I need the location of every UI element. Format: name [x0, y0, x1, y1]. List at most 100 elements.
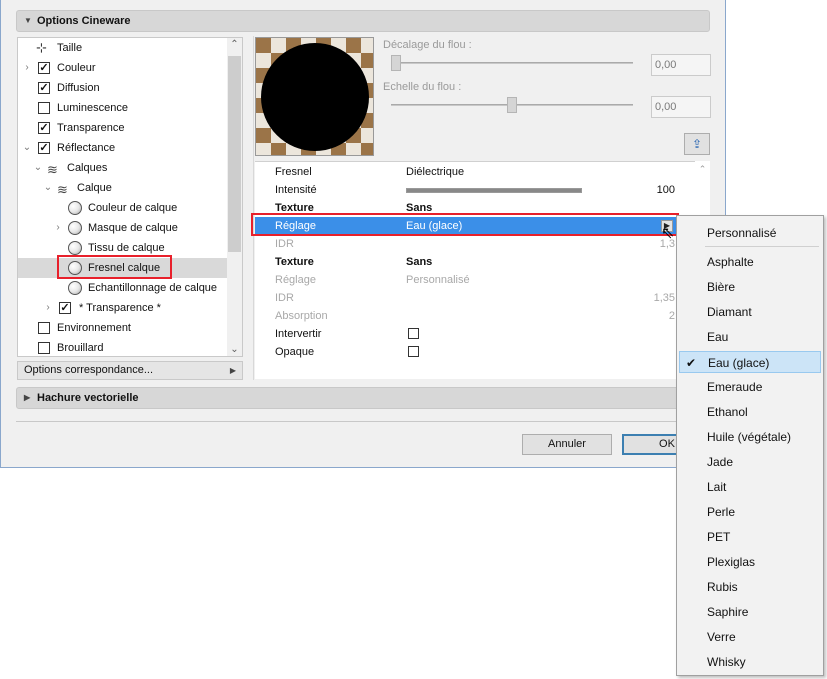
- menu-item[interactable]: Jade: [679, 451, 821, 473]
- cancel-button[interactable]: Annuler: [522, 434, 612, 455]
- menu-item[interactable]: Plexiglas: [679, 551, 821, 573]
- tree-item-size[interactable]: ⊹ Taille: [18, 38, 228, 58]
- layers-icon: ≋: [57, 182, 68, 197]
- menu-item[interactable]: ✔ Eau (glace): [679, 351, 821, 373]
- menu-item[interactable]: Bière: [679, 276, 821, 298]
- tree-scrollbar[interactable]: ⌃ ⌄: [227, 38, 242, 356]
- tree-item-label: Masque de calque: [88, 222, 178, 234]
- cineware-options-dialog: ▼ Options Cineware ⊹ Taille › ✓ Couleur …: [0, 0, 726, 468]
- tree-item-layers[interactable]: ⌄ ≋ Calques: [18, 158, 228, 178]
- menu-item-label: Ethanol: [707, 405, 748, 419]
- menu-item-label: Verre: [707, 630, 736, 644]
- scroll-down-icon[interactable]: ⌄: [227, 344, 242, 355]
- tree-item-color[interactable]: › ✓ Couleur: [18, 58, 228, 78]
- menu-item-label: Eau (glace): [708, 356, 770, 370]
- menu-item-label: Whisky: [707, 655, 746, 669]
- opaque-checkbox[interactable]: [408, 346, 419, 357]
- tree-item-label: * Transparence *: [79, 302, 161, 314]
- checkbox[interactable]: [38, 342, 50, 354]
- menu-item-label: Perle: [707, 505, 736, 519]
- menu-item[interactable]: Asphalte: [679, 251, 821, 273]
- prop-row-texture-2[interactable]: Texture Sans: [255, 253, 679, 271]
- menu-item[interactable]: Whisky: [679, 651, 821, 673]
- tree-item-luminescence[interactable]: Luminescence: [18, 98, 228, 118]
- chevron-right-icon[interactable]: ›: [22, 58, 32, 78]
- prop-row-intensity[interactable]: Intensité 100: [255, 181, 679, 199]
- menu-item[interactable]: Perle: [679, 501, 821, 523]
- invert-checkbox[interactable]: [408, 328, 419, 339]
- menu-item[interactable]: Saphire: [679, 601, 821, 623]
- expand-triangle-icon: ▶: [229, 366, 236, 375]
- prop-key: Fresnel: [275, 166, 312, 178]
- collapse-triangle-icon: ▼: [24, 16, 32, 25]
- tree-item-star-transparency[interactable]: › ✓ * Transparence *: [18, 298, 228, 318]
- tree-item-label: Calque: [77, 182, 112, 194]
- checkbox[interactable]: ✓: [59, 302, 71, 314]
- blur-scale-field[interactable]: 0,00: [651, 96, 711, 118]
- checkbox[interactable]: [38, 102, 50, 114]
- prop-row-absorption[interactable]: Absorption 2: [255, 307, 679, 325]
- chevron-down-icon[interactable]: ⌄: [33, 158, 43, 178]
- hatch-section-header[interactable]: ▶ Hachure vectorielle: [16, 387, 710, 409]
- menu-item[interactable]: PET: [679, 526, 821, 548]
- checkbox[interactable]: ✓: [38, 82, 50, 94]
- prop-row-preset-2[interactable]: Réglage Personnalisé: [255, 271, 679, 289]
- scroll-up-icon[interactable]: ⌃: [695, 164, 710, 175]
- menu-item[interactable]: Emeraude: [679, 376, 821, 398]
- tree-item-environment[interactable]: Environnement: [18, 318, 228, 338]
- menu-item[interactable]: Verre: [679, 626, 821, 648]
- matching-options-button[interactable]: Options correspondance... ▶: [17, 361, 243, 380]
- scroll-up-icon[interactable]: ⌃: [227, 39, 242, 50]
- checkmark-icon: ✔: [686, 356, 697, 370]
- menu-item[interactable]: Eau: [679, 326, 821, 348]
- tree-item-layer[interactable]: ⌄ ≋ Calque: [18, 178, 228, 198]
- prop-row-invert[interactable]: Intervertir: [255, 325, 679, 343]
- menu-item-label: Asphalte: [707, 255, 754, 269]
- export-settings-icon[interactable]: ⇪: [684, 133, 710, 155]
- menu-item-custom[interactable]: Personnalisé: [679, 222, 821, 244]
- menu-item[interactable]: Lait: [679, 476, 821, 498]
- prop-key: Intensité: [275, 184, 317, 196]
- prop-row-idr-2[interactable]: IDR 1,35: [255, 289, 679, 307]
- prop-key: Texture: [275, 256, 314, 268]
- checkbox[interactable]: ✓: [38, 122, 50, 134]
- scrollbar-thumb[interactable]: [228, 56, 241, 252]
- channel-tree: ⊹ Taille › ✓ Couleur ✓ Diffusion Lumines…: [17, 37, 243, 357]
- tree-item-layer-mask[interactable]: › Masque de calque: [18, 218, 228, 238]
- preset-dropdown-menu: Personnalisé Asphalte Bière Diamant Eau ✔ Eau…: [676, 215, 824, 676]
- tree-item-layer-color[interactable]: Couleur de calque: [18, 198, 228, 218]
- prop-value: Diélectrique: [406, 166, 465, 178]
- tree-item-reflectance[interactable]: ⌄ ✓ Réflectance: [18, 138, 228, 158]
- prop-row-fresnel[interactable]: Fresnel Diélectrique: [255, 163, 679, 181]
- tree-item-transparency[interactable]: ✓ Transparence: [18, 118, 228, 138]
- menu-item[interactable]: Diamant: [679, 301, 821, 323]
- tree-item-label: Echantillonnage de calque: [88, 282, 218, 294]
- chevron-right-icon[interactable]: ›: [43, 298, 53, 318]
- blur-offset-slider[interactable]: [391, 55, 401, 71]
- prop-row-idr[interactable]: IDR 1,3: [255, 235, 679, 253]
- prop-row-opaque[interactable]: Opaque: [255, 343, 679, 361]
- prop-value: 1,35: [653, 292, 675, 304]
- blur-scale-slider[interactable]: [507, 97, 517, 113]
- tree-item-diffusion[interactable]: ✓ Diffusion: [18, 78, 228, 98]
- checkbox[interactable]: ✓: [38, 142, 50, 154]
- blur-offset-field[interactable]: 0,00: [651, 54, 711, 76]
- cineware-section-title: Options Cineware: [37, 15, 131, 27]
- blur-offset-track[interactable]: [391, 62, 633, 64]
- intensity-bar[interactable]: [406, 188, 582, 193]
- checkbox[interactable]: [38, 322, 50, 334]
- chevron-down-icon[interactable]: ⌄: [43, 178, 53, 198]
- tree-item-fog[interactable]: Brouillard: [18, 338, 228, 356]
- menu-item[interactable]: Rubis: [679, 576, 821, 598]
- menu-item-label: Plexiglas: [707, 555, 756, 569]
- checkbox[interactable]: ✓: [38, 62, 50, 74]
- cineware-section-header[interactable]: ▼ Options Cineware: [16, 10, 710, 32]
- menu-item-label: Saphire: [707, 605, 749, 619]
- chevron-right-icon[interactable]: ›: [53, 218, 63, 238]
- intensity-bar-fill: [407, 189, 581, 192]
- preview-sphere: [261, 43, 369, 151]
- chevron-down-icon[interactable]: ⌄: [22, 138, 32, 158]
- menu-item[interactable]: Ethanol: [679, 401, 821, 423]
- menu-item[interactable]: Huile (végétale): [679, 426, 821, 448]
- tree-item-layer-sampling[interactable]: Echantillonnage de calque: [18, 278, 228, 298]
